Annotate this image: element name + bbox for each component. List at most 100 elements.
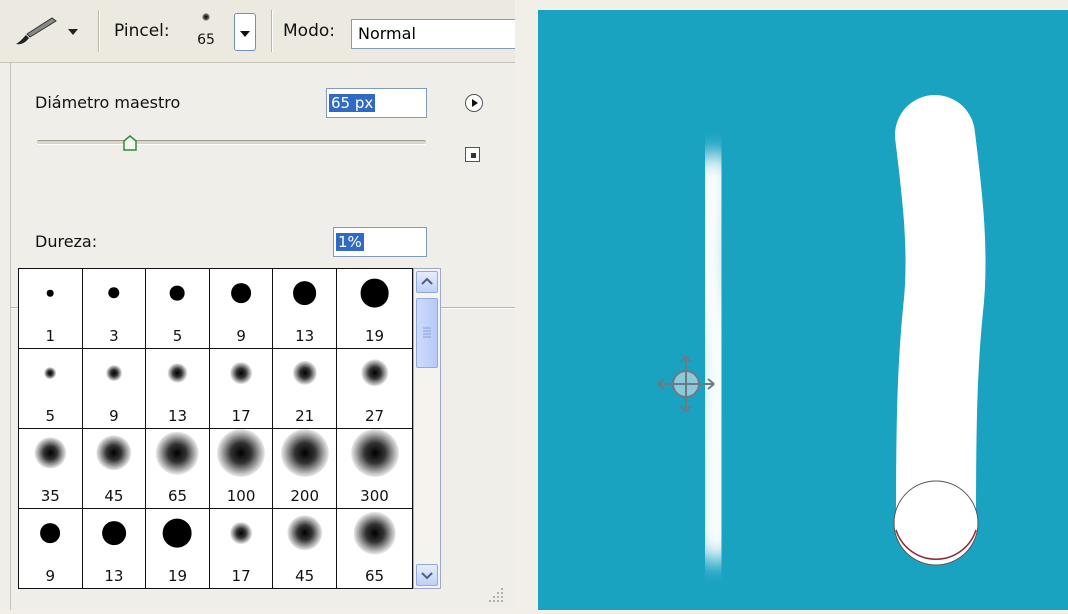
document-canvas[interactable] xyxy=(538,10,1068,610)
brush-preset-cell[interactable]: 13 xyxy=(146,349,210,429)
brush-preset-cell[interactable]: 19 xyxy=(146,509,210,589)
new-preset-icon[interactable] xyxy=(465,147,480,162)
brush-preset-cell[interactable]: 3 xyxy=(82,269,147,349)
brush-size-label: 27 xyxy=(364,407,385,425)
resize-grip-icon[interactable] xyxy=(486,585,506,605)
brush-tip-icon xyxy=(350,429,399,477)
brush-tip-icon xyxy=(286,515,323,551)
brush-preset-cell[interactable]: 300 xyxy=(337,429,413,509)
brush-preset-cell[interactable]: 35 xyxy=(19,429,83,509)
separator xyxy=(271,10,273,52)
brush-size-label: 17 xyxy=(231,567,251,585)
brush-preset-cell[interactable]: 9 xyxy=(209,269,274,349)
brush-tip-icon xyxy=(360,278,389,308)
brush-size-label: 45 xyxy=(104,487,124,505)
flyout-menu-icon[interactable] xyxy=(465,94,483,112)
brush-tip-icon xyxy=(230,522,252,544)
brush-preset-cell[interactable]: 27 xyxy=(337,349,413,429)
brush-tip-icon xyxy=(231,283,251,303)
brush-picker-button[interactable] xyxy=(234,13,256,51)
brush-preset-cell[interactable]: 100 xyxy=(209,429,274,509)
brush-size-label: 9 xyxy=(45,567,56,585)
brush-size-label: 9 xyxy=(236,327,246,345)
separator xyxy=(98,10,100,52)
brush-tip-icon xyxy=(105,365,122,381)
brush-preset-cell[interactable]: 21 xyxy=(273,349,337,429)
brush-size-label: 1 xyxy=(45,327,56,345)
presets-scrollbar[interactable] xyxy=(413,268,441,589)
brush-tip-icon xyxy=(280,429,329,477)
brush-size-label: 5 xyxy=(172,327,183,345)
brush-preset-cell[interactable]: 5 xyxy=(146,269,210,349)
brush-preset-cell[interactable]: 13 xyxy=(82,509,147,589)
diameter-value: 65 px xyxy=(329,94,376,112)
diameter-label: Diámetro maestro xyxy=(35,93,181,112)
diameter-slider-thumb[interactable] xyxy=(123,135,138,151)
brush-presets-grid: 1 3 5 9 13 19 5 9 13 17 21 27 35 45 65 100 200 300 9 13 19 17… xyxy=(18,268,413,589)
scroll-thumb[interactable] xyxy=(416,298,438,368)
brush-tip-icon xyxy=(292,360,317,386)
brush-preset-cell[interactable]: 9 xyxy=(82,349,147,429)
tool-preset-dropdown-icon[interactable] xyxy=(68,29,78,35)
brush-preset-cell[interactable]: 13 xyxy=(273,269,337,349)
brush-tip-icon xyxy=(230,362,252,384)
soft-brush-stroke xyxy=(687,153,740,562)
brush-tip-icon xyxy=(96,435,132,471)
brush-size-label: 300 xyxy=(360,487,389,505)
brush-size-text: 65 xyxy=(197,32,215,48)
chevron-down-icon xyxy=(240,31,250,37)
scroll-down-button[interactable] xyxy=(416,564,438,586)
brush-tip-icon xyxy=(217,429,266,477)
brush-size-label: 13 xyxy=(295,327,315,345)
brush-preset-cell[interactable]: 5 xyxy=(19,349,83,429)
brush-size-label: 5 xyxy=(45,407,56,425)
brush-tip-icon xyxy=(202,13,210,21)
brush-preset-cell[interactable]: 45 xyxy=(273,509,337,589)
scroll-up-button[interactable] xyxy=(416,271,438,293)
brush-size-label: 21 xyxy=(295,407,315,425)
brush-size-label: 13 xyxy=(167,407,188,425)
brush-preset-cell[interactable]: 65 xyxy=(337,509,413,589)
brush-tip-icon xyxy=(353,511,396,555)
brush-tip-icon xyxy=(102,521,126,545)
canvas-artwork xyxy=(657,95,986,566)
brush-size-label: 65 xyxy=(364,567,385,585)
brush-size-label: 17 xyxy=(231,407,251,425)
brush-tip-icon xyxy=(163,518,192,548)
brush-preset-cell[interactable]: 17 xyxy=(209,509,274,589)
brush-cursor-circle xyxy=(893,480,979,566)
diameter-slider-track[interactable] xyxy=(37,140,426,145)
brush-preset-cell[interactable]: 1 xyxy=(19,269,83,349)
brush-preset-cell[interactable]: 17 xyxy=(209,349,274,429)
brush-icon[interactable] xyxy=(14,16,60,46)
brush-tip-icon xyxy=(170,285,185,301)
brush-preset-cell[interactable]: 9 xyxy=(19,509,83,589)
brush-size-label: 3 xyxy=(109,327,119,345)
brush-tip-icon xyxy=(156,431,199,475)
modo-label: Modo: xyxy=(283,21,335,41)
brush-preset-cell[interactable]: 45 xyxy=(82,429,147,509)
brush-tip-icon xyxy=(47,289,54,297)
pincel-label: Pincel: xyxy=(114,21,170,41)
left-panel: Pincel: 65 Modo: Normal Diámetro maestro… xyxy=(0,0,521,610)
brush-size-label: 35 xyxy=(40,487,60,505)
brush-tip-icon xyxy=(44,367,57,379)
brush-preset-cell[interactable]: 19 xyxy=(337,269,413,349)
mode-select[interactable]: Normal xyxy=(351,19,521,49)
brush-size-label: 9 xyxy=(109,407,119,425)
brush-size-label: 19 xyxy=(167,567,188,585)
brush-size-label: 100 xyxy=(226,487,256,505)
brush-preset-cell[interactable]: 200 xyxy=(273,429,337,509)
options-bar: Pincel: 65 Modo: Normal xyxy=(0,0,521,63)
brush-size-label: 200 xyxy=(290,487,319,505)
hardness-field[interactable]: 1% xyxy=(333,227,427,257)
brush-tip-icon xyxy=(34,437,66,469)
brush-size-label: 19 xyxy=(364,327,385,345)
hardness-value: 1% xyxy=(336,233,364,251)
brush-tip-icon xyxy=(167,363,187,383)
diameter-field[interactable]: 65 px xyxy=(326,88,427,118)
brush-preview[interactable]: 65 xyxy=(191,10,221,50)
hardness-label: Dureza: xyxy=(35,232,98,251)
brush-preset-cell[interactable]: 65 xyxy=(146,429,210,509)
window-edge xyxy=(515,0,538,610)
